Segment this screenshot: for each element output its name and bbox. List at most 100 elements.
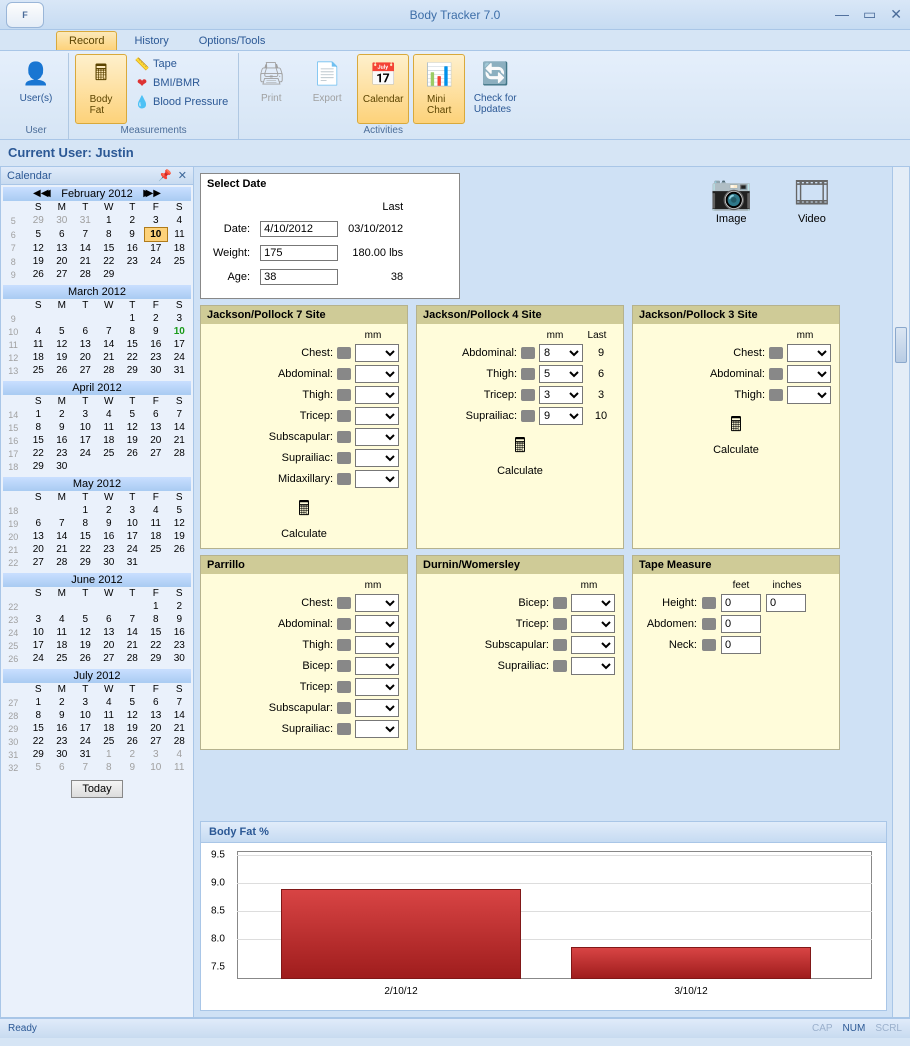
- measure-select[interactable]: [787, 365, 831, 383]
- camera-icon[interactable]: [553, 618, 567, 630]
- camera-icon[interactable]: [553, 639, 567, 651]
- tab-record[interactable]: Record: [56, 31, 117, 50]
- camera-icon[interactable]: [553, 660, 567, 672]
- date-label: Date:: [209, 218, 254, 240]
- camera-icon[interactable]: [337, 389, 351, 401]
- close-icon[interactable]: ✕: [890, 6, 902, 23]
- camera-icon[interactable]: [521, 410, 535, 422]
- bmi-button[interactable]: ❤BMI/BMR: [131, 75, 232, 91]
- minimize-icon[interactable]: —: [835, 6, 849, 23]
- measure-select[interactable]: [571, 636, 615, 654]
- measure-select[interactable]: [355, 407, 399, 425]
- tape-button[interactable]: 📏Tape: [131, 56, 232, 72]
- current-user-bar: Current User: Justin: [0, 140, 910, 166]
- tab-history[interactable]: History: [121, 31, 181, 50]
- camera-icon[interactable]: [769, 347, 783, 359]
- users-button[interactable]: 👤 User(s): [10, 54, 62, 124]
- camera-icon[interactable]: [337, 431, 351, 443]
- calendar-button[interactable]: 📅 Calendar: [357, 54, 409, 124]
- tape-input[interactable]: [721, 615, 761, 633]
- camera-icon[interactable]: [553, 597, 567, 609]
- video-button[interactable]: 🎞Video: [790, 173, 833, 225]
- camera-icon[interactable]: [337, 368, 351, 380]
- measure-label: Midaxillary:: [278, 473, 333, 485]
- close-panel-icon[interactable]: ✕: [178, 169, 187, 182]
- measure-select[interactable]: 9: [539, 407, 583, 425]
- calculator-icon[interactable]: 🖩: [209, 494, 399, 528]
- camera-icon[interactable]: [521, 347, 535, 359]
- tape-input[interactable]: [721, 594, 761, 612]
- tape-input-inches[interactable]: [766, 594, 806, 612]
- measure-select[interactable]: 3: [539, 386, 583, 404]
- print-button[interactable]: 🖨 Print: [245, 54, 297, 124]
- age-input[interactable]: [260, 269, 338, 285]
- measure-select[interactable]: [787, 386, 831, 404]
- measure-select[interactable]: [355, 657, 399, 675]
- date-input[interactable]: [260, 221, 338, 237]
- calendar-title: Calendar: [7, 170, 52, 182]
- measure-select[interactable]: [355, 615, 399, 633]
- camera-icon[interactable]: [337, 723, 351, 735]
- measure-select[interactable]: 5: [539, 365, 583, 383]
- chart-bar: [571, 947, 811, 979]
- measure-select[interactable]: [355, 699, 399, 717]
- camera-icon[interactable]: [702, 618, 716, 630]
- camera-icon[interactable]: [702, 639, 716, 651]
- camera-icon[interactable]: [337, 618, 351, 630]
- measure-select[interactable]: [355, 449, 399, 467]
- camera-icon[interactable]: [337, 597, 351, 609]
- measure-select[interactable]: [355, 636, 399, 654]
- measure-select[interactable]: [355, 720, 399, 738]
- measure-select[interactable]: [355, 470, 399, 488]
- camera-icon[interactable]: [769, 389, 783, 401]
- refresh-icon: 🔄: [479, 58, 511, 90]
- updates-button[interactable]: 🔄 Check for Updates: [469, 54, 521, 124]
- measure-last: 9: [587, 347, 615, 359]
- today-button[interactable]: Today: [71, 780, 122, 798]
- maximize-icon[interactable]: ▭: [863, 6, 876, 23]
- measure-select[interactable]: [571, 657, 615, 675]
- camera-icon[interactable]: [337, 702, 351, 714]
- camera-icon[interactable]: [337, 473, 351, 485]
- tape-label: Neck:: [641, 639, 697, 651]
- measure-label: Suprailiac:: [498, 660, 549, 672]
- calculator-icon[interactable]: 🖩: [425, 431, 615, 465]
- calendar-body[interactable]: ◀◀◀February 2012▶▶▶ SMTWTFS 52930311234 …: [1, 185, 193, 1017]
- camera-icon[interactable]: [337, 452, 351, 464]
- calculator-icon[interactable]: 🖩: [641, 410, 831, 444]
- measure-select[interactable]: [355, 594, 399, 612]
- camera-icon[interactable]: [521, 368, 535, 380]
- scrollbar-thumb[interactable]: [895, 327, 907, 363]
- tab-options[interactable]: Options/Tools: [186, 31, 279, 50]
- measure-select[interactable]: [355, 365, 399, 383]
- measure-select[interactable]: [355, 344, 399, 362]
- bodyfat-button[interactable]: 🖩 Body Fat: [75, 54, 127, 124]
- pin-icon[interactable]: 📌: [158, 169, 172, 182]
- weight-input[interactable]: [260, 245, 338, 261]
- export-button[interactable]: 📄 Export: [301, 54, 353, 124]
- measure-select[interactable]: [355, 428, 399, 446]
- camera-icon[interactable]: [702, 597, 716, 609]
- camera-icon[interactable]: [769, 368, 783, 380]
- measure-select[interactable]: [571, 615, 615, 633]
- measure-select[interactable]: [355, 678, 399, 696]
- blood-icon: 💧: [135, 95, 149, 109]
- camera-icon[interactable]: [337, 639, 351, 651]
- measure-select[interactable]: [571, 594, 615, 612]
- camera-icon[interactable]: [337, 410, 351, 422]
- camera-icon[interactable]: [337, 347, 351, 359]
- bp-button[interactable]: 💧Blood Pressure: [131, 94, 232, 110]
- camera-icon[interactable]: [337, 660, 351, 672]
- measure-select[interactable]: [787, 344, 831, 362]
- calc-label: Calculate: [425, 465, 615, 477]
- parrillo-panel: Parrillo mm Chest: Abdominal: Thigh: Bic…: [200, 555, 408, 750]
- measure-row: Bicep:: [209, 657, 399, 675]
- tape-input[interactable]: [721, 636, 761, 654]
- camera-icon[interactable]: [337, 681, 351, 693]
- tape-icon: 📏: [135, 57, 149, 71]
- camera-icon[interactable]: [521, 389, 535, 401]
- measure-select[interactable]: [355, 386, 399, 404]
- image-button[interactable]: 📷Image: [710, 173, 752, 225]
- measure-select[interactable]: 8: [539, 344, 583, 362]
- minichart-button[interactable]: 📊 Mini Chart: [413, 54, 465, 124]
